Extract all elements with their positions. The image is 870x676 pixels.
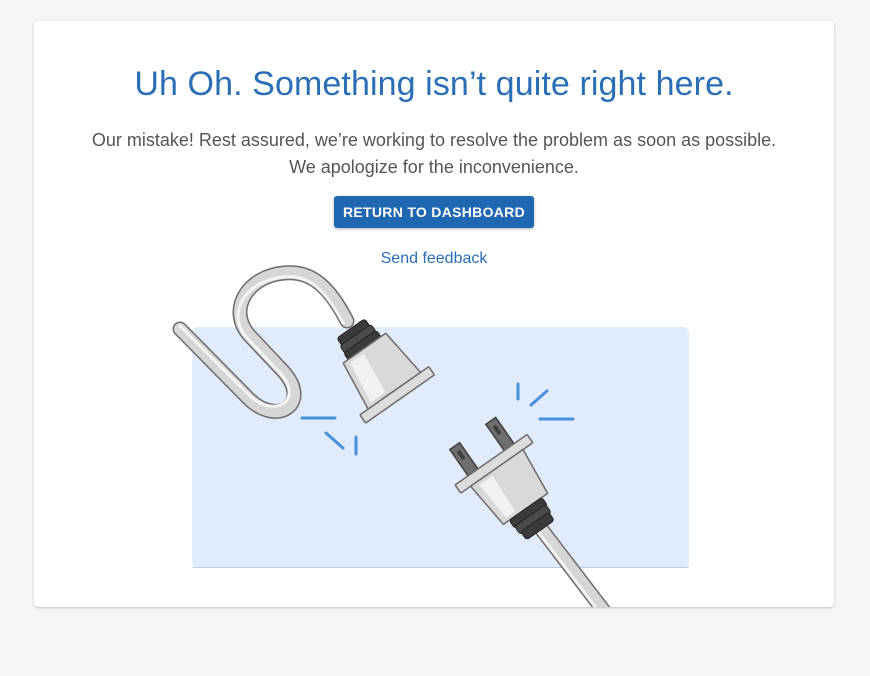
error-message-line-2: We apologize for the inconvenience. [289,157,579,177]
error-message: Our mistake! Rest assured, we’re working… [34,127,834,181]
return-to-dashboard-button[interactable]: RETURN TO DASHBOARD [334,196,534,228]
unplugged-cable-illustration [172,265,689,607]
error-card: Uh Oh. Something isn’t quite right here.… [34,21,834,607]
page-title: Uh Oh. Something isn’t quite right here. [134,65,734,103]
error-message-line-1: Our mistake! Rest assured, we’re working… [91,130,777,150]
